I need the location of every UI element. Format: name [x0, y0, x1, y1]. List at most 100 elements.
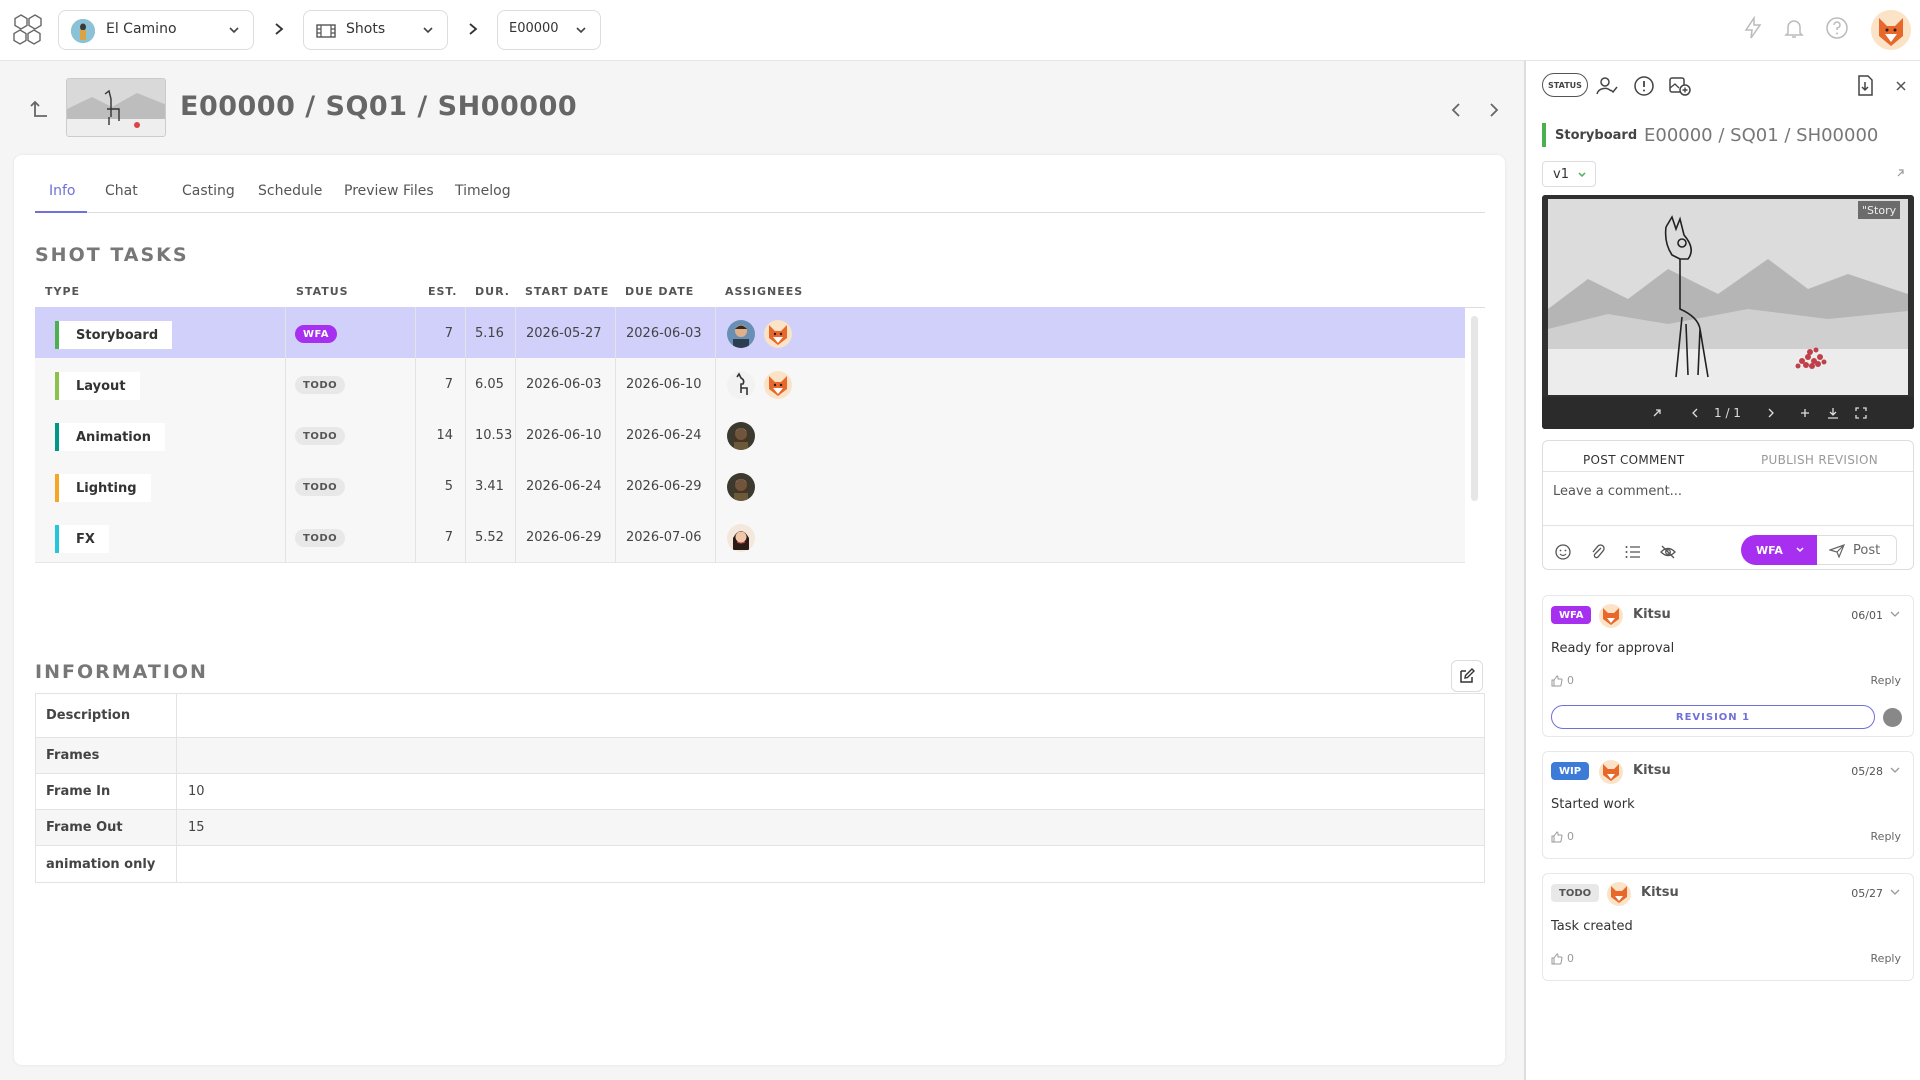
- episode-select[interactable]: E00000: [497, 10, 601, 50]
- column-header-start-date[interactable]: START DATE: [525, 285, 609, 298]
- task-type-tag[interactable]: Layout: [55, 372, 140, 400]
- task-row[interactable]: Layout TODO 7 6.05 2026-06-03 2026-06-10: [35, 358, 1465, 410]
- column-header-status[interactable]: STATUS: [296, 285, 349, 298]
- info-icon[interactable]: [1631, 73, 1657, 99]
- task-list-scrollbar[interactable]: [1471, 316, 1478, 501]
- help-icon[interactable]: [1825, 16, 1849, 40]
- task-type-tag[interactable]: Storyboard: [55, 321, 173, 349]
- download-icon[interactable]: [1852, 73, 1878, 99]
- tab-post-comment[interactable]: POST COMMENT: [1583, 453, 1684, 467]
- previous-shot-icon[interactable]: [1448, 100, 1464, 120]
- fox-avatar[interactable]: [764, 320, 792, 348]
- fullscreen-icon[interactable]: [1854, 406, 1868, 420]
- back-arrow-icon[interactable]: [28, 98, 50, 122]
- task-status-badge[interactable]: WFA: [295, 325, 337, 343]
- like-button[interactable]: 0: [1551, 952, 1574, 965]
- tab-bar: Info Chat Casting Schedule Preview Files…: [35, 183, 1485, 213]
- comment-author[interactable]: Kitsu: [1641, 885, 1679, 900]
- column-header-dur[interactable]: DUR.: [475, 285, 510, 298]
- post-button[interactable]: Post: [1817, 535, 1897, 565]
- column-header-type[interactable]: TYPE: [45, 285, 80, 298]
- task-row[interactable]: Storyboard WFA 7 5.16 2026-05-27 2026-06-03: [35, 307, 1465, 359]
- bell-icon[interactable]: [1782, 16, 1806, 40]
- edit-info-button[interactable]: [1451, 660, 1483, 692]
- shot-thumbnail[interactable]: [66, 78, 166, 137]
- tab-schedule[interactable]: Schedule: [258, 183, 322, 199]
- task-row[interactable]: Lighting TODO 5 3.41 2026-06-24 2026-06-29: [35, 460, 1465, 512]
- next-shot-icon[interactable]: [1486, 100, 1502, 120]
- llama-avatar[interactable]: [727, 371, 755, 399]
- task-status-badge[interactable]: TODO: [295, 478, 346, 496]
- post-status-select[interactable]: WFA: [1741, 535, 1817, 565]
- like-button[interactable]: 0: [1551, 674, 1574, 687]
- entity-type-select[interactable]: Shots: [303, 10, 448, 50]
- lightning-icon[interactable]: [1741, 16, 1765, 40]
- task-type-tag[interactable]: Lighting: [55, 474, 151, 502]
- post-status-label: WFA: [1756, 543, 1783, 557]
- task-row[interactable]: Animation TODO 14 10.53 2026-06-10 2026-06-24: [35, 409, 1465, 461]
- info-label: Frame In: [46, 784, 111, 799]
- column-header-est[interactable]: EST.: [428, 285, 457, 298]
- tab-publish-revision[interactable]: PUBLISH REVISION: [1761, 453, 1878, 467]
- breadcrumb-arrow-icon: [275, 23, 284, 35]
- task-row[interactable]: FX TODO 7 5.52 2026-06-29 2026-07-06: [35, 511, 1465, 563]
- attachment-icon[interactable]: [1589, 543, 1607, 561]
- checklist-icon[interactable]: [1624, 543, 1642, 561]
- woman-avatar[interactable]: [727, 422, 755, 450]
- woman-avatar[interactable]: [727, 473, 755, 501]
- reply-button[interactable]: Reply: [1871, 674, 1901, 687]
- status-button[interactable]: STATUS: [1542, 73, 1588, 97]
- task-estimate: 7: [444, 325, 453, 341]
- production-avatar: [71, 19, 95, 43]
- task-type-tag[interactable]: FX: [55, 525, 109, 553]
- previous-frame-icon[interactable]: [1688, 406, 1702, 420]
- thumbs-up-icon: [1551, 830, 1563, 842]
- kitsu-logo-icon[interactable]: [10, 13, 46, 47]
- download-icon[interactable]: [1826, 406, 1840, 420]
- emoji-icon[interactable]: [1554, 543, 1572, 561]
- chevron-down-icon[interactable]: [1889, 764, 1901, 776]
- top-bar: El Camino Shots E00000: [0, 0, 1920, 61]
- user-avatar[interactable]: [1871, 10, 1911, 50]
- expand-icon[interactable]: [1894, 167, 1906, 179]
- tab-timelog[interactable]: Timelog: [455, 183, 511, 199]
- eye-off-icon[interactable]: [1659, 543, 1677, 561]
- comment-input[interactable]: Leave a comment...: [1543, 471, 1913, 526]
- preview-player[interactable]: "Story 1 / 1: [1542, 195, 1914, 429]
- tab-chat[interactable]: Chat: [105, 183, 138, 199]
- girl-avatar[interactable]: [727, 524, 755, 552]
- task-status-badge[interactable]: TODO: [295, 529, 346, 547]
- tab-preview-files[interactable]: Preview Files: [344, 183, 434, 199]
- tab-casting[interactable]: Casting: [182, 183, 235, 199]
- like-button[interactable]: 0: [1551, 830, 1574, 843]
- comment-status-badge: TODO: [1551, 884, 1600, 902]
- external-link-icon[interactable]: [1650, 406, 1664, 420]
- fox-avatar[interactable]: [764, 371, 792, 399]
- column-header-assignees[interactable]: ASSIGNEES: [725, 285, 803, 298]
- comment-author[interactable]: Kitsu: [1633, 763, 1671, 778]
- reply-button[interactable]: Reply: [1871, 830, 1901, 843]
- next-frame-icon[interactable]: [1764, 406, 1778, 420]
- cell-separator: [615, 307, 616, 359]
- close-icon[interactable]: [1888, 73, 1914, 99]
- tab-info[interactable]: Info: [49, 183, 76, 199]
- task-type-tag[interactable]: Animation: [55, 423, 165, 451]
- reply-button[interactable]: Reply: [1871, 952, 1901, 965]
- man-avatar[interactable]: [727, 320, 755, 348]
- column-header-due-date[interactable]: DUE DATE: [625, 285, 694, 298]
- chevron-down-icon[interactable]: [1889, 886, 1901, 898]
- info-value[interactable]: 10: [188, 774, 205, 809]
- chevron-down-icon[interactable]: [1889, 608, 1901, 620]
- info-value[interactable]: 15: [188, 810, 205, 845]
- assign-user-icon[interactable]: [1594, 73, 1620, 99]
- task-status-badge[interactable]: TODO: [295, 427, 346, 445]
- revision-button[interactable]: REVISION 1: [1551, 705, 1875, 729]
- task-status-badge[interactable]: TODO: [295, 376, 346, 394]
- add-icon[interactable]: [1798, 406, 1812, 420]
- add-preview-icon[interactable]: [1667, 73, 1693, 99]
- production-select[interactable]: El Camino: [58, 10, 254, 50]
- comment-status-badge: WIP: [1551, 762, 1590, 780]
- comment-author[interactable]: Kitsu: [1633, 607, 1671, 622]
- cell-separator: [515, 358, 516, 410]
- version-select[interactable]: v1: [1542, 161, 1596, 187]
